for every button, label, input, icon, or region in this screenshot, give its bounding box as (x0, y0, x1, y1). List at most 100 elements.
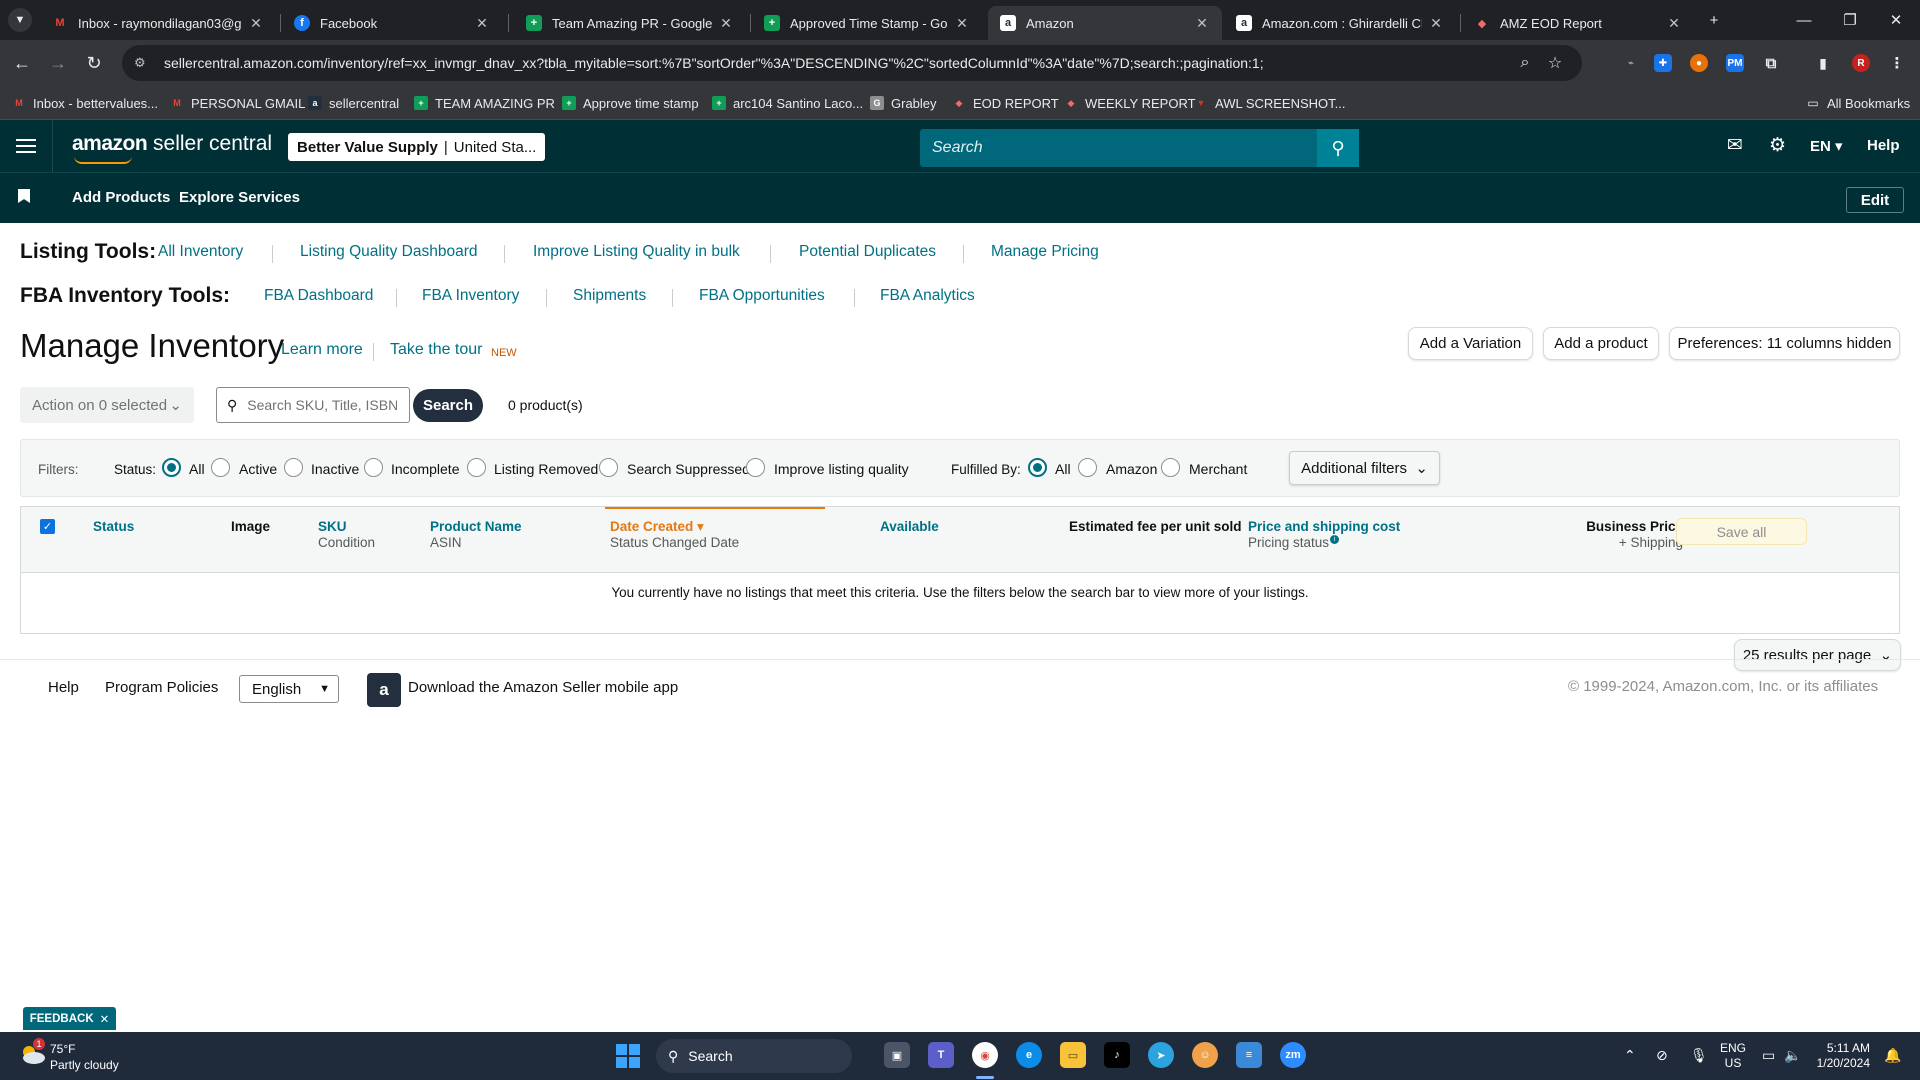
browser-tab-active[interactable]: a Amazon ✕ (988, 6, 1222, 40)
info-icon[interactable]: i (1330, 535, 1340, 544)
tiktok-icon[interactable]: ♪ (1104, 1042, 1130, 1068)
fulfilled-radio-all[interactable] (1028, 458, 1047, 477)
column-header-available[interactable]: Available (880, 519, 939, 535)
bookmark-item[interactable]: + Approve time stamp (562, 93, 699, 113)
link-fba-opportunities[interactable]: FBA Opportunities (699, 287, 825, 305)
close-tab-icon[interactable]: ✕ (954, 15, 970, 32)
bookmark-icon[interactable] (18, 189, 30, 203)
close-tab-icon[interactable]: ✕ (1666, 15, 1682, 32)
close-icon[interactable]: ✕ (100, 1012, 110, 1026)
sku-search-input[interactable] (247, 397, 398, 413)
teams-icon[interactable]: T (928, 1042, 954, 1068)
bookmark-item[interactable]: ◆ WEEKLY REPORT (1064, 93, 1196, 113)
status-radio-inactive[interactable] (284, 458, 303, 477)
link-fba-dashboard[interactable]: FBA Dashboard (264, 287, 373, 305)
close-tab-icon[interactable]: ✕ (474, 15, 490, 32)
close-tab-icon[interactable]: ✕ (1194, 15, 1210, 32)
save-all-button[interactable]: Save all (1676, 518, 1807, 545)
bookmark-item[interactable]: G Grabley (870, 93, 937, 113)
bookmark-item[interactable]: ◆ EOD REPORT (952, 93, 1059, 113)
side-panel-icon[interactable]: ▮ (1814, 54, 1832, 72)
nav-explore-services[interactable]: Explore Services (179, 189, 300, 206)
link-shipments[interactable]: Shipments (573, 287, 646, 305)
footer-language-select[interactable]: English ▼ (239, 675, 339, 703)
file-explorer-icon[interactable]: ▭ (1060, 1042, 1086, 1068)
game-icon[interactable]: ☺ (1192, 1042, 1218, 1068)
bookmark-item[interactable]: + arc104 Santino Laco... (712, 93, 863, 113)
status-radio-all[interactable] (162, 458, 181, 477)
feedback-button[interactable]: FEEDBACK ✕ (23, 1007, 116, 1030)
hamburger-menu-icon[interactable] (12, 133, 40, 159)
status-radio-active[interactable] (211, 458, 230, 477)
link-improve-listing-quality[interactable]: Improve Listing Quality in bulk (533, 243, 740, 261)
status-radio-search-suppressed[interactable] (599, 458, 618, 477)
link-all-inventory[interactable]: All Inventory (158, 243, 243, 261)
extension-icon[interactable]: ✚ (1654, 54, 1672, 72)
mail-icon[interactable]: ✉ (1727, 134, 1743, 157)
browser-tab[interactable]: M Inbox - raymondilagan03@gmail.com ✕ (40, 6, 276, 40)
help-link[interactable]: Help (1867, 137, 1900, 154)
seller-app-icon[interactable]: a (367, 673, 401, 707)
browser-tab[interactable]: + Team Amazing PR - Google Sheets ✕ (514, 6, 746, 40)
volume-icon[interactable]: 🔈 (1784, 1047, 1801, 1064)
additional-filters-button[interactable]: Additional filters ⌄ (1289, 451, 1440, 485)
column-header-date-created[interactable]: Date Created ▾ Status Changed Date (610, 519, 739, 551)
column-header-status[interactable]: Status (93, 519, 134, 535)
status-radio-incomplete[interactable] (364, 458, 383, 477)
extension-icon[interactable]: ● (1690, 54, 1708, 72)
site-info-icon[interactable]: ⚙ (134, 55, 154, 71)
extensions-puzzle-icon[interactable]: ⧉ (1762, 54, 1780, 72)
notepad-icon[interactable]: ≡ (1236, 1042, 1262, 1068)
link-potential-duplicates[interactable]: Potential Duplicates (799, 243, 936, 261)
network-off-icon[interactable]: ⊘ (1656, 1047, 1668, 1064)
edge-icon[interactable]: e (1016, 1042, 1042, 1068)
nav-add-products[interactable]: Add Products (72, 189, 170, 206)
fulfilled-radio-merchant[interactable] (1161, 458, 1180, 477)
input-language[interactable]: ENG US (1720, 1041, 1746, 1071)
seller-central-logo[interactable]: amazon seller central (72, 132, 272, 164)
extension-icon[interactable]: PM (1726, 54, 1744, 72)
preferences-button[interactable]: Preferences: 11 columns hidden (1669, 327, 1900, 360)
search-button[interactable]: Search (413, 389, 483, 422)
footer-help-link[interactable]: Help (48, 679, 79, 696)
footer-program-policies-link[interactable]: Program Policies (105, 679, 218, 696)
add-product-button[interactable]: Add a product (1543, 327, 1659, 360)
browser-menu-icon[interactable]: ⋮ (1888, 54, 1906, 72)
browser-tab[interactable]: ◆ AMZ EOD Report ✕ (1462, 6, 1694, 40)
language-selector[interactable]: EN ▾ (1810, 137, 1843, 155)
display-icon[interactable]: ▭ (1762, 1047, 1775, 1064)
select-all-checkbox[interactable]: ✓ (40, 519, 55, 534)
restore-icon[interactable]: ❐ (1828, 6, 1872, 34)
close-tab-icon[interactable]: ✕ (1428, 15, 1444, 32)
account-switcher[interactable]: Better Value Supply | United Sta... (288, 133, 546, 161)
taskbar-search[interactable]: ⚲ Search (656, 1039, 852, 1073)
status-radio-listing-removed[interactable] (467, 458, 486, 477)
clock[interactable]: 5:11 AM 1/20/2024 (1800, 1041, 1870, 1071)
profile-avatar[interactable]: R (1852, 54, 1870, 72)
extension-icon[interactable]: ⌁ (1622, 54, 1640, 72)
learn-more-link[interactable]: Learn more (281, 341, 363, 359)
column-header-sku[interactable]: SKU Condition (318, 519, 375, 551)
link-fba-analytics[interactable]: FBA Analytics (880, 287, 975, 305)
reload-icon[interactable]: ↻ (80, 49, 108, 77)
seller-search-input[interactable]: Search (920, 129, 1358, 167)
close-tab-icon[interactable]: ✕ (718, 15, 734, 32)
bookmark-item[interactable]: M Inbox - bettervalues... (12, 93, 158, 113)
browser-tab[interactable]: f Facebook ✕ (282, 6, 502, 40)
edit-nav-button[interactable]: Edit (1846, 187, 1904, 213)
gear-icon[interactable]: ⚙ (1769, 134, 1786, 157)
chevron-up-icon[interactable]: ⌃ (1624, 1047, 1636, 1064)
sku-search-field[interactable]: ⚲ (216, 387, 410, 423)
close-tab-icon[interactable]: ✕ (248, 15, 264, 32)
tab-search-button[interactable]: ▼ (8, 8, 32, 32)
weather-cloud-icon[interactable]: 1 (19, 1038, 47, 1066)
url-text[interactable]: sellercentral.amazon.com/inventory/ref=x… (164, 55, 1510, 71)
minimize-icon[interactable]: — (1782, 6, 1826, 34)
column-header-product-name[interactable]: Product Name ASIN (430, 519, 522, 551)
chrome-icon[interactable]: ◉ (972, 1042, 998, 1068)
results-per-page-dropdown[interactable]: 25 results per page ⌄ (1734, 639, 1901, 671)
browser-tab[interactable]: a Amazon.com : Ghirardelli Chocolate ✕ (1224, 6, 1456, 40)
take-tour-link[interactable]: Take the tour (390, 341, 483, 359)
zoom-icon[interactable]: ⌕ (1510, 54, 1540, 72)
bookmark-item[interactable]: a sellercentral (308, 93, 399, 113)
